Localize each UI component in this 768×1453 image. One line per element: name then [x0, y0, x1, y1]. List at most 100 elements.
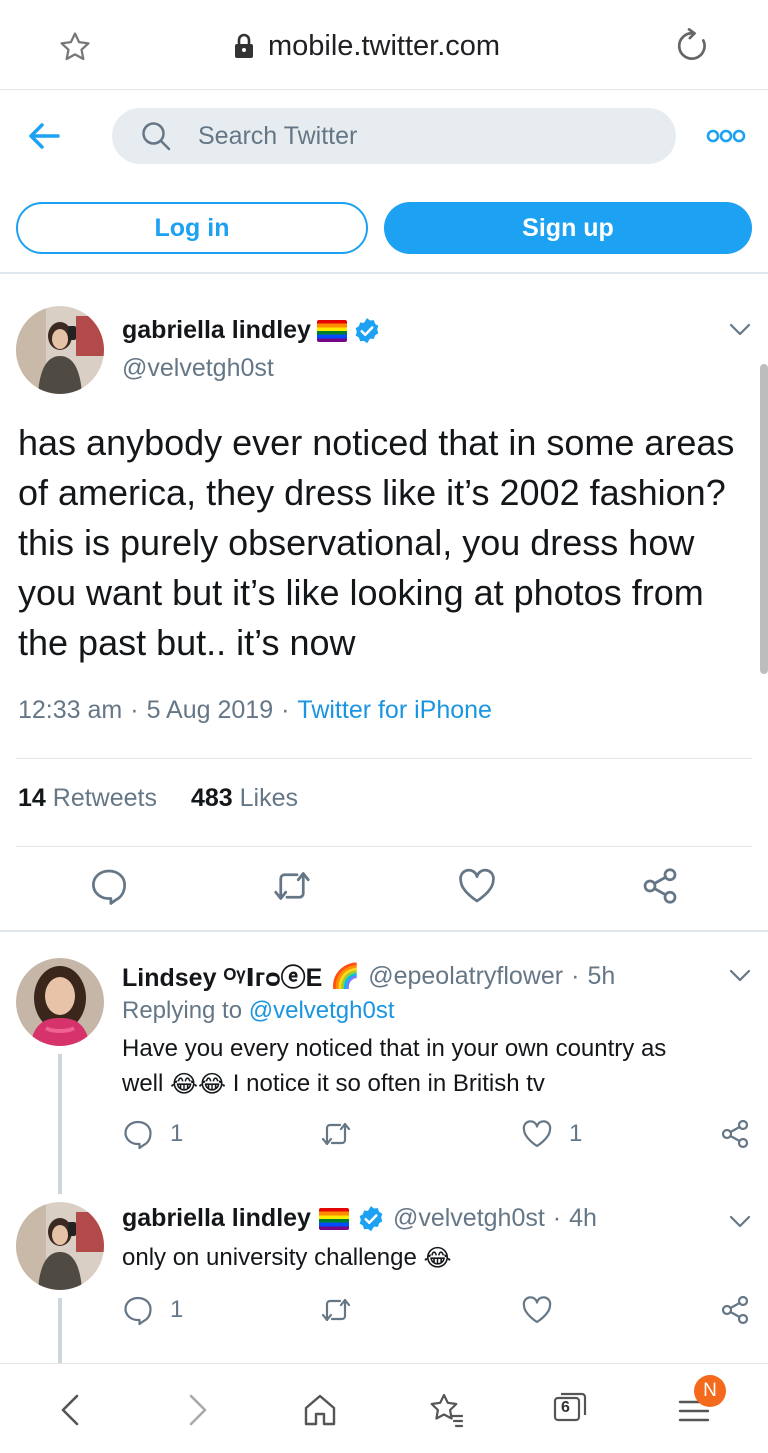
reply-text-part: well [122, 1070, 164, 1097]
laughing-emoji: 😂 [423, 1245, 452, 1273]
tweet-meta: 12:33 am · 5 Aug 2019 · Twitter for iPho… [18, 696, 492, 725]
reply-text-line: only on university challenge 😂 [122, 1244, 452, 1273]
lock-icon [235, 33, 253, 58]
retweets-stat[interactable]: 14 Retweets [18, 784, 157, 813]
likes-count: 483 [190, 784, 233, 812]
retweets-count: 14 [18, 784, 46, 812]
share-action[interactable] [719, 1294, 751, 1326]
thread-line [58, 1054, 62, 1194]
rainbow-flag-icon [316, 319, 347, 342]
avatar[interactable] [16, 306, 104, 394]
tweet-text: has anybody ever noticed that in some ar… [18, 422, 735, 663]
reply-text-part: I notice it so often in British tv [232, 1070, 545, 1097]
author-name: gabriella lindley [122, 316, 311, 344]
bookmarks-icon[interactable] [426, 1390, 466, 1430]
replying-prefix: Replying to [122, 997, 243, 1024]
verified-badge-icon [355, 317, 379, 343]
tweet-date: 5 Aug 2019 [146, 696, 274, 724]
replying-to: Replying to @velvetgh0st [122, 997, 395, 1025]
likes-label: Likes [239, 784, 299, 812]
scrollbar[interactable] [760, 364, 768, 674]
reply-age: 5h [587, 961, 616, 990]
share-icon[interactable] [640, 866, 680, 906]
tweet-stats: 14 Retweets 483 Likes [18, 784, 298, 813]
like-icon[interactable] [457, 866, 497, 906]
reload-icon[interactable] [674, 27, 712, 65]
retweet-action[interactable] [320, 1118, 352, 1150]
verified-badge-icon [359, 1205, 383, 1231]
back-arrow-icon[interactable] [24, 118, 64, 154]
section-separator [0, 930, 768, 932]
browser-bottom-bar [0, 1363, 768, 1453]
author-handle[interactable]: @velvetgh0st [122, 354, 274, 383]
tweet-source-link[interactable]: Twitter for iPhone [297, 696, 492, 725]
tweet-author-name[interactable]: gabriella lindley [122, 316, 381, 345]
reply-icon [124, 1296, 152, 1326]
like-action[interactable] [521, 1294, 553, 1326]
laughing-emoji: 😂😂 [170, 1071, 227, 1099]
divider [16, 846, 752, 847]
share-action[interactable] [719, 1118, 751, 1150]
retweet-icon[interactable] [272, 866, 312, 906]
search-box[interactable] [112, 108, 676, 164]
tweet-actions [0, 866, 768, 910]
meta-separator: · [130, 696, 139, 724]
tabs-button[interactable]: 6 [553, 1392, 587, 1422]
likes-stat[interactable]: 483 Likes [191, 784, 298, 813]
reply-count: 1 [170, 1120, 184, 1147]
retweet-action[interactable] [320, 1294, 352, 1326]
meta-separator: · [552, 1204, 562, 1232]
reply-author[interactable]: Lindsey ᴼᵞⵏᴦᴑⓔE 🌈 @epeolatryflower · 5h [122, 958, 615, 994]
reply-author-name: gabriella lindley [122, 1204, 311, 1232]
reply-author[interactable]: gabriella lindley @velvetgh0st · 4h [122, 1204, 597, 1233]
share-icon [721, 1119, 749, 1149]
retweets-label: Retweets [52, 784, 157, 812]
avatar[interactable] [16, 958, 104, 1046]
like-count: 1 [569, 1120, 583, 1147]
browser-url-bar: mobile.twitter.com [0, 0, 768, 90]
reply-author-handle: @epeolatryflower [368, 961, 564, 990]
meta-separator: · [281, 696, 290, 724]
notification-badge: N [694, 1375, 726, 1407]
reply-icon[interactable] [89, 866, 129, 906]
login-button[interactable]: Log in [16, 202, 368, 254]
tab-count: 6 [561, 1399, 570, 1416]
like-icon [522, 1296, 552, 1324]
bookmark-star-icon[interactable] [58, 30, 92, 64]
retweet-icon [321, 1298, 351, 1322]
like-icon [522, 1120, 552, 1148]
chevron-down-icon[interactable] [728, 1214, 752, 1230]
browser-back-icon[interactable] [52, 1390, 92, 1430]
search-icon [142, 122, 171, 151]
home-icon[interactable] [300, 1390, 340, 1430]
reply-age: 4h [569, 1204, 597, 1232]
share-icon [721, 1295, 749, 1325]
url-text: mobile.twitter.com [268, 29, 501, 62]
divider [16, 758, 752, 759]
reply-author-name: Lindsey ᴼᵞⵏᴦᴑⓔE [122, 964, 323, 992]
thread-line [58, 1298, 62, 1363]
avatar[interactable] [16, 1202, 104, 1290]
address-field[interactable]: mobile.twitter.com [232, 26, 500, 66]
search-input[interactable] [198, 121, 618, 151]
retweet-icon [321, 1122, 351, 1146]
tabs-icon [553, 1392, 587, 1422]
signup-button[interactable]: Sign up [384, 202, 752, 254]
reply-action[interactable]: 1 [122, 1118, 183, 1150]
reply-text-line: well 😂😂 I notice it so often in British … [122, 1070, 545, 1099]
reply-text-line: Have you every noticed that in your own … [122, 1035, 667, 1062]
twitter-header: Log in Sign up [0, 90, 768, 274]
reply-text-part: only on university challenge [122, 1244, 417, 1271]
reply-author-handle: @velvetgh0st [392, 1204, 545, 1232]
replying-to-link[interactable]: @velvetgh0st [249, 997, 395, 1024]
reply-action[interactable]: 1 [122, 1294, 183, 1326]
tweet-time: 12:33 am [18, 696, 123, 724]
chevron-down-icon[interactable] [728, 968, 752, 984]
chevron-down-icon[interactable] [728, 322, 752, 338]
like-action[interactable]: 1 [521, 1118, 582, 1150]
reply-icon [124, 1120, 152, 1150]
browser-forward-icon[interactable] [176, 1390, 216, 1430]
meta-separator: · [571, 961, 580, 990]
reply-count: 1 [170, 1296, 184, 1323]
more-options-icon[interactable] [706, 126, 746, 146]
